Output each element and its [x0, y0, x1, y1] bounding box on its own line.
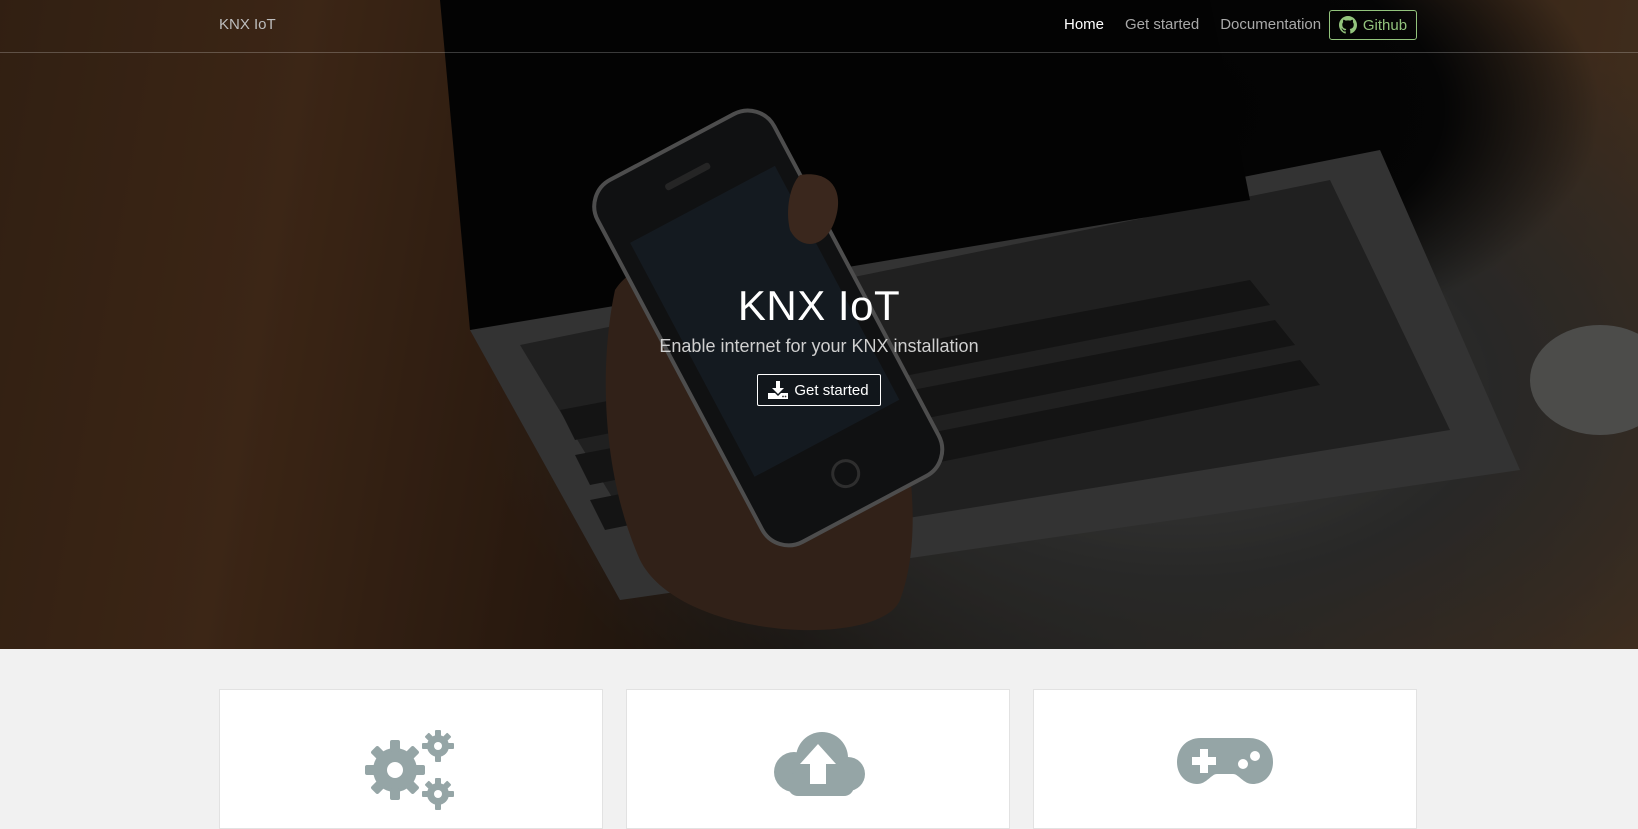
feature-card-cloud	[626, 689, 1010, 829]
hero-section: KNX IoT Home Get started Documentation G…	[0, 0, 1638, 649]
brand-link[interactable]: KNX IoT	[219, 16, 276, 33]
nav-link-get-started[interactable]: Get started	[1125, 16, 1199, 33]
get-started-button[interactable]: Get started	[757, 374, 881, 406]
github-icon	[1338, 16, 1357, 34]
hero-content: KNX IoT Enable internet for your KNX ins…	[0, 282, 1638, 406]
features-section	[0, 649, 1638, 829]
feature-card-configure	[219, 689, 603, 829]
gears-icon	[365, 730, 454, 810]
github-button-label: Github	[1362, 16, 1408, 34]
cloud-upload-icon	[774, 732, 865, 796]
gamepad-icon	[1177, 738, 1273, 784]
top-navbar: KNX IoT Home Get started Documentation G…	[0, 0, 1638, 53]
github-button[interactable]: Github	[1329, 10, 1417, 40]
download-icon	[768, 381, 789, 399]
hero-title: KNX IoT	[737, 282, 901, 329]
nav-link-home[interactable]: Home	[1064, 16, 1104, 33]
nav-links: Home Get started Documentation	[1064, 16, 1342, 33]
feature-card-control	[1033, 689, 1417, 829]
hero-subtitle: Enable internet for your KNX installatio…	[659, 336, 979, 356]
get-started-label: Get started	[794, 381, 869, 399]
nav-link-documentation[interactable]: Documentation	[1220, 16, 1321, 33]
